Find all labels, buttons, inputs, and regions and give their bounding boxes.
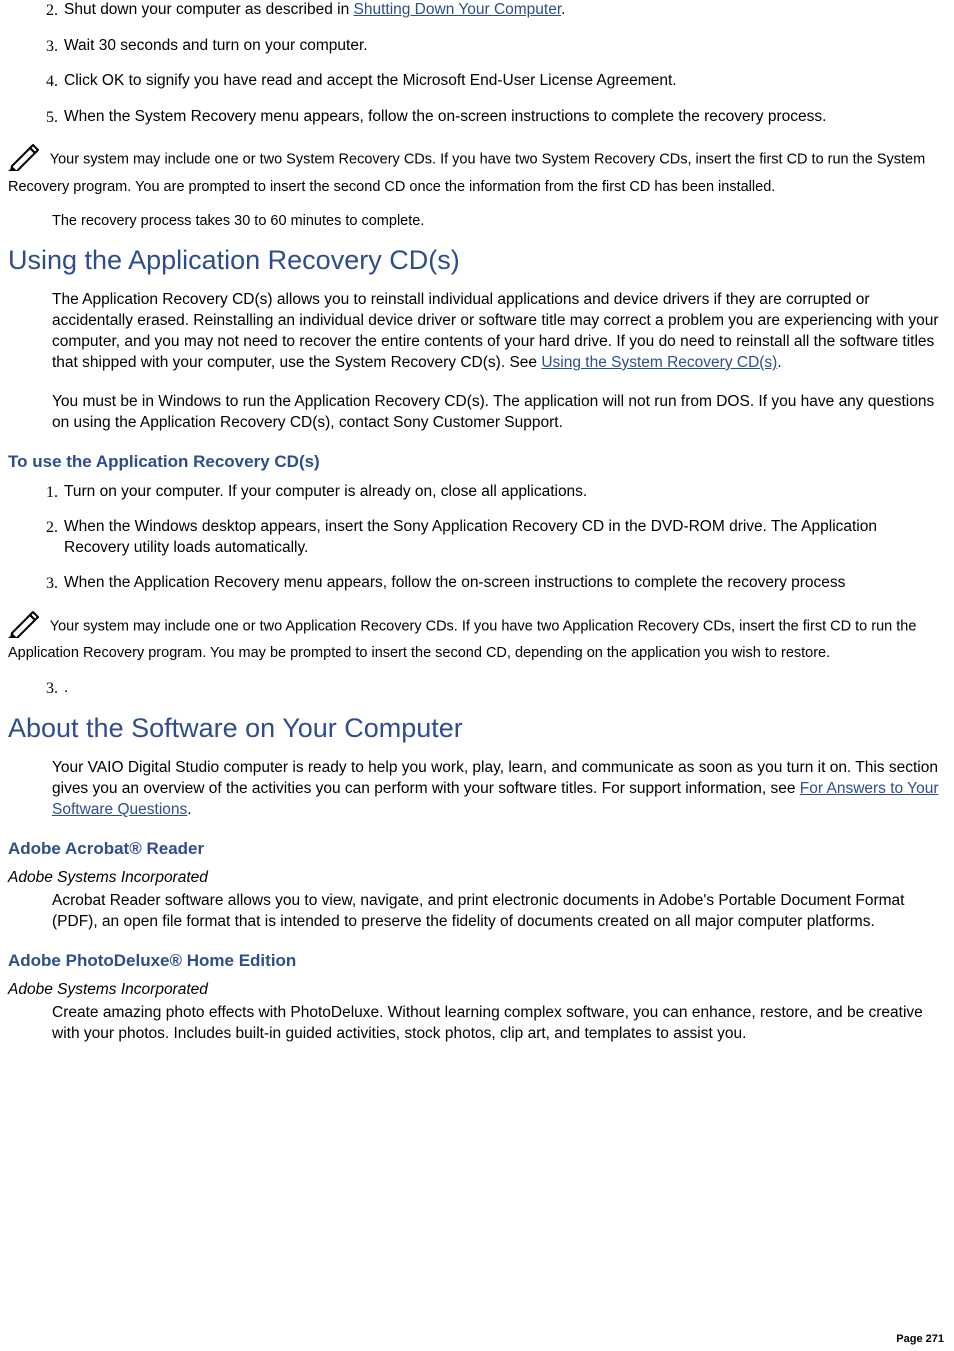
list-item: 3. Wait 30 seconds and turn on your comp… — [36, 36, 946, 58]
list-number: 3. — [36, 678, 58, 700]
pencil-note-icon — [8, 142, 42, 178]
list-text: Shut down your computer as described in … — [64, 0, 946, 21]
list-text: When the Windows desktop appears, insert… — [64, 517, 946, 559]
note-system-recovery-cds: Your system may include one or two Syste… — [8, 142, 946, 197]
app-recovery-windows-note: You must be in Windows to run the Applic… — [52, 392, 946, 434]
subheading-use-app-recovery: To use the Application Recovery CD(s) — [8, 452, 946, 472]
list-text: When the Application Recovery menu appea… — [64, 573, 946, 594]
page-container: 2. Shut down your computer as described … — [0, 0, 954, 1351]
list-number: 2. — [36, 0, 58, 22]
list-item: 2. Shut down your computer as described … — [36, 0, 946, 22]
heading-app-recovery: Using the Application Recovery CD(s) — [8, 245, 946, 276]
heading-about-software: About the Software on Your Computer — [8, 713, 946, 744]
app-recovery-steps: 1. Turn on your computer. If your comput… — [8, 482, 946, 595]
list-text: . — [64, 678, 946, 699]
list-text: Click OK to signify you have read and ac… — [64, 71, 946, 92]
software-title-photodeluxe: Adobe PhotoDeluxe® Home Edition — [8, 951, 946, 971]
list-text: Turn on your computer. If your computer … — [64, 482, 946, 503]
software-title-acrobat: Adobe Acrobat® Reader — [8, 839, 946, 859]
system-recovery-steps: 2. Shut down your computer as described … — [8, 0, 946, 128]
list-item: 3. When the Application Recovery menu ap… — [36, 573, 946, 595]
list-item: 4. Click OK to signify you have read and… — [36, 71, 946, 93]
orphan-list: 3. . — [8, 678, 946, 700]
shutdown-link[interactable]: Shutting Down Your Computer — [354, 1, 562, 18]
software-vendor: Adobe Systems Incorporated — [8, 981, 946, 999]
text-fragment: The Application Recovery CD(s) allows yo… — [52, 291, 939, 371]
list-number: 4. — [36, 71, 58, 93]
list-number: 3. — [36, 573, 58, 595]
list-text: When the System Recovery menu appears, f… — [64, 107, 946, 128]
page-number: Page 271 — [896, 1333, 944, 1345]
list-item: 5. When the System Recovery menu appears… — [36, 107, 946, 129]
recovery-duration-text: The recovery process takes 30 to 60 minu… — [52, 212, 946, 232]
list-item: 1. Turn on your computer. If your comput… — [36, 482, 946, 504]
software-desc-acrobat: Acrobat Reader software allows you to vi… — [52, 891, 946, 933]
list-item: 2. When the Windows desktop appears, ins… — [36, 517, 946, 559]
text-fragment: . — [561, 1, 565, 18]
page-content: 2. Shut down your computer as described … — [0, 0, 954, 1069]
note-text: Your system may include one or two Appli… — [8, 618, 916, 661]
note-app-recovery-cds: Your system may include one or two Appli… — [8, 609, 946, 664]
list-number: 3. — [36, 36, 58, 58]
app-recovery-intro: The Application Recovery CD(s) allows yo… — [52, 290, 946, 374]
about-software-intro: Your VAIO Digital Studio computer is rea… — [52, 758, 946, 821]
software-vendor: Adobe Systems Incorporated — [8, 869, 946, 887]
text-fragment: Shut down your computer as described in — [64, 1, 354, 18]
list-number: 1. — [36, 482, 58, 504]
note-text: Your system may include one or two Syste… — [8, 152, 925, 195]
list-number: 2. — [36, 517, 58, 539]
list-item: 3. . — [36, 678, 946, 700]
text-fragment: . — [777, 354, 781, 371]
text-fragment: . — [187, 801, 191, 818]
list-text: Wait 30 seconds and turn on your compute… — [64, 36, 946, 57]
software-desc-photodeluxe: Create amazing photo effects with PhotoD… — [52, 1003, 946, 1045]
system-recovery-link[interactable]: Using the System Recovery CD(s) — [541, 354, 777, 371]
pencil-note-icon — [8, 609, 42, 645]
list-number: 5. — [36, 107, 58, 129]
